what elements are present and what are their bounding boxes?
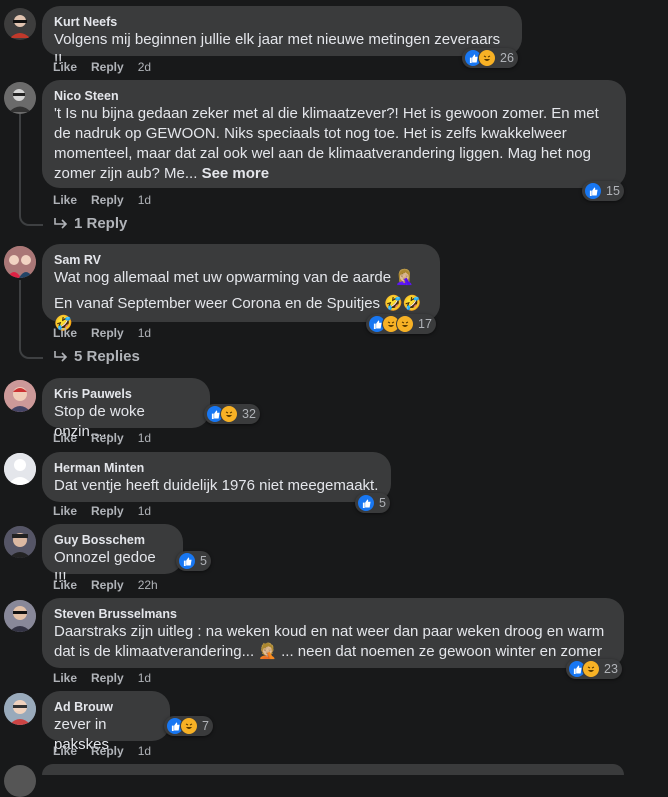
comment-author[interactable]: Ad Brouw xyxy=(54,699,158,715)
avatar[interactable] xyxy=(4,380,36,412)
reply-button[interactable]: Reply xyxy=(91,431,124,445)
comment-bubble: Kris Pauwels Stop de woke onzin..... xyxy=(42,378,210,440)
like-button[interactable]: Like xyxy=(53,504,77,518)
timestamp[interactable]: 1d xyxy=(138,431,151,445)
reactions-badge[interactable]: 15 xyxy=(582,181,624,201)
timestamp[interactable]: 1d xyxy=(138,744,151,758)
comment-author[interactable]: Steven Brusselmans xyxy=(54,606,612,622)
reply-arrow-icon xyxy=(54,350,68,362)
reaction-count: 23 xyxy=(604,662,618,676)
avatar[interactable] xyxy=(4,526,36,558)
laughing-face-icon xyxy=(582,660,600,678)
reaction-count: 15 xyxy=(606,184,620,198)
comment-text: Dat ventje heeft duidelijk 1976 niet mee… xyxy=(54,477,379,494)
reply-arrow-icon xyxy=(54,217,68,229)
comment-text-body: 't Is nu bijna gedaan zeker met al die k… xyxy=(54,105,599,182)
reply-button[interactable]: Reply xyxy=(91,193,124,207)
thread-line xyxy=(19,280,43,359)
comment-paragraph: Wat nog allemaal met uw opwarming van de… xyxy=(54,269,414,286)
reactions-badge[interactable]: 26 xyxy=(462,48,518,68)
comment-author[interactable]: Nico Steen xyxy=(54,88,614,104)
like-button[interactable]: Like xyxy=(53,60,77,74)
reply-button[interactable]: Reply xyxy=(91,60,124,74)
replies-count[interactable]: 1 Reply xyxy=(74,215,127,232)
avatar[interactable] xyxy=(4,8,36,40)
comment-bubble: Sam RV Wat nog allemaal met uw opwarming… xyxy=(42,244,440,332)
laughing-face-icon xyxy=(396,315,414,333)
view-replies-link[interactable]: 1 Reply xyxy=(54,215,127,232)
comment-author[interactable]: Sam RV xyxy=(54,252,428,268)
timestamp[interactable]: 22h xyxy=(138,578,158,592)
reactions-badge[interactable]: 5 xyxy=(176,551,211,571)
reaction-count: 5 xyxy=(200,554,207,568)
comment-bubble: Nico Steen 't Is nu bijna gedaan zeker m… xyxy=(42,80,626,188)
timestamp[interactable]: 1d xyxy=(138,671,151,685)
avatar[interactable] xyxy=(4,600,36,632)
view-replies-link[interactable]: 5 Replies xyxy=(54,348,140,365)
laughing-face-icon xyxy=(478,49,496,67)
reactions-badge[interactable]: 5 xyxy=(355,493,390,513)
comment-bubble: Kurt Neefs Volgens mij beginnen jullie e… xyxy=(42,6,522,68)
timestamp[interactable]: 1d xyxy=(138,504,151,518)
comment-author[interactable]: Kris Pauwels xyxy=(54,386,198,402)
avatar[interactable] xyxy=(4,246,36,278)
like-button[interactable]: Like xyxy=(53,431,77,445)
like-button[interactable]: Like xyxy=(53,744,77,758)
comment-bubble xyxy=(42,764,624,775)
avatar[interactable] xyxy=(4,693,36,725)
reactions-badge[interactable]: 23 xyxy=(566,659,622,679)
like-button[interactable]: Like xyxy=(53,578,77,592)
avatar[interactable] xyxy=(4,82,36,114)
thread-line xyxy=(19,112,43,226)
comment-author[interactable]: Kurt Neefs xyxy=(54,14,510,30)
like-button[interactable]: Like xyxy=(53,193,77,207)
like-button[interactable]: Like xyxy=(53,671,77,685)
thumbs-up-icon xyxy=(178,552,196,570)
comment-actions: Like Reply 1d xyxy=(53,671,151,685)
see-more-link[interactable]: See more xyxy=(202,165,270,182)
reaction-count: 7 xyxy=(202,719,209,733)
like-button[interactable]: Like xyxy=(53,326,77,340)
laughing-face-icon xyxy=(180,717,198,735)
comment-bubble: Herman Minten Dat ventje heeft duidelijk… xyxy=(42,452,391,502)
reply-button[interactable]: Reply xyxy=(91,504,124,518)
reaction-count: 26 xyxy=(500,51,514,65)
reactions-badge[interactable]: 17 xyxy=(366,314,436,334)
comment-actions: Like Reply 2d xyxy=(53,60,151,74)
comment-actions: Like Reply 1d xyxy=(53,326,151,340)
reaction-count: 32 xyxy=(242,407,256,421)
comment-bubble: Ad Brouw zever in pakskes xyxy=(42,691,170,753)
comment-bubble: Guy Bosschem Onnozel gedoe !!! xyxy=(42,524,183,586)
avatar[interactable] xyxy=(4,765,36,797)
replies-count[interactable]: 5 Replies xyxy=(74,348,140,365)
comment-author[interactable]: Guy Bosschem xyxy=(54,532,171,548)
comment-actions: Like Reply 1d xyxy=(53,193,151,207)
comment-actions: Like Reply 1d xyxy=(53,744,151,758)
comment-actions: Like Reply 1d xyxy=(53,504,151,518)
timestamp[interactable]: 2d xyxy=(138,60,151,74)
comment-actions: Like Reply 22h xyxy=(53,578,158,592)
thumbs-up-icon xyxy=(584,182,602,200)
reply-button[interactable]: Reply xyxy=(91,744,124,758)
comment-actions: Like Reply 1d xyxy=(53,431,151,445)
comment-text: 't Is nu bijna gedaan zeker met al die k… xyxy=(54,104,614,184)
reaction-count: 5 xyxy=(379,496,386,510)
reply-button[interactable]: Reply xyxy=(91,326,124,340)
reply-button[interactable]: Reply xyxy=(91,671,124,685)
reactions-badge[interactable]: 7 xyxy=(164,716,213,736)
timestamp[interactable]: 1d xyxy=(138,326,151,340)
comment-text: Daarstraks zijn uitleg : na weken koud e… xyxy=(54,623,605,660)
laughing-face-icon xyxy=(220,405,238,423)
reply-button[interactable]: Reply xyxy=(91,578,124,592)
reactions-badge[interactable]: 32 xyxy=(204,404,260,424)
comment-author[interactable]: Herman Minten xyxy=(54,460,379,476)
thumbs-up-icon xyxy=(357,494,375,512)
reaction-count: 17 xyxy=(418,317,432,331)
timestamp[interactable]: 1d xyxy=(138,193,151,207)
avatar[interactable] xyxy=(4,453,36,485)
comment-bubble: Steven Brusselmans Daarstraks zijn uitle… xyxy=(42,598,624,668)
